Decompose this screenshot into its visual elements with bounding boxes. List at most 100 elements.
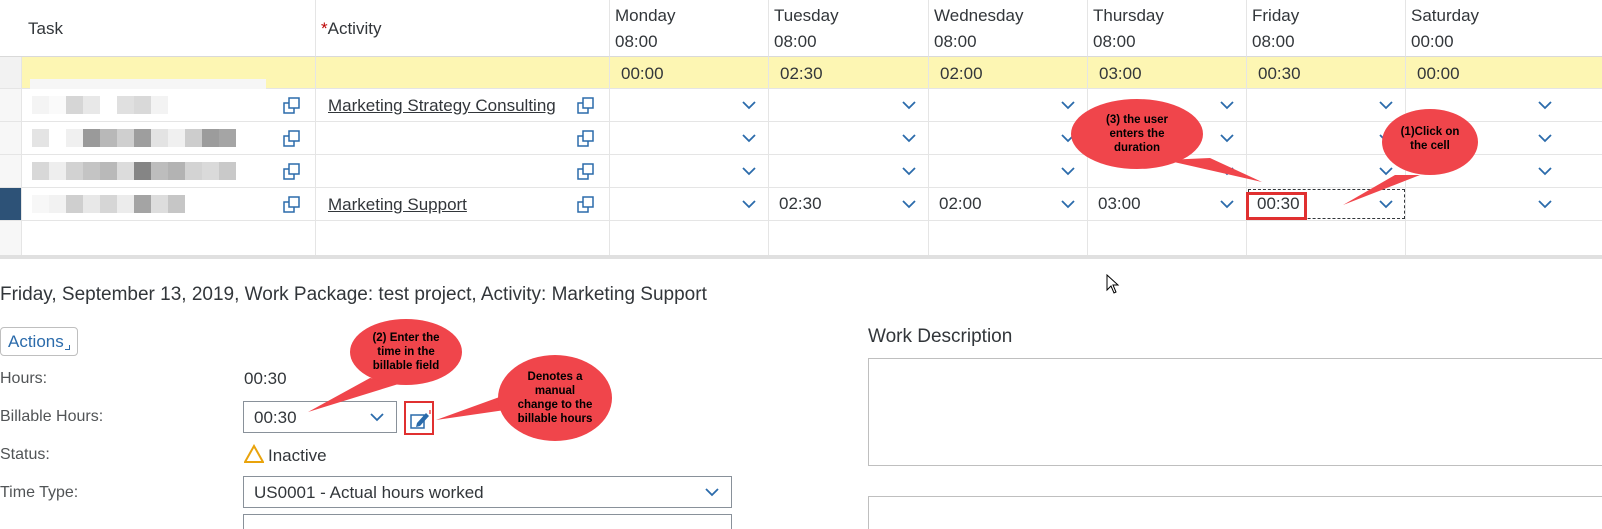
hours-cell-tuesday[interactable] <box>769 122 929 154</box>
open-detail-icon[interactable] <box>283 163 301 181</box>
chevron-down-icon[interactable] <box>1538 164 1552 178</box>
open-detail-icon[interactable] <box>577 97 595 115</box>
pencil-edit-icon[interactable] <box>409 409 431 436</box>
chevron-down-icon[interactable] <box>1061 164 1075 178</box>
time-type-value[interactable]: US0001 - Actual hours worked <box>254 483 484 503</box>
day-target-hours: 08:00 <box>1252 32 1295 51</box>
hours-cell-wednesday[interactable] <box>929 122 1088 154</box>
task-cell[interactable] <box>22 188 316 220</box>
day-target-hours: 08:00 <box>774 32 817 51</box>
billable-hours-field[interactable]: 00:30 <box>243 401 397 433</box>
table-row[interactable] <box>0 122 1602 155</box>
chevron-down-icon[interactable] <box>902 131 916 145</box>
row-selector[interactable] <box>0 122 22 154</box>
chevron-down-icon[interactable] <box>1379 98 1393 112</box>
chevron-down-icon[interactable] <box>902 197 916 211</box>
actions-button[interactable]: Actions <box>0 327 78 356</box>
chevron-down-icon[interactable] <box>1220 131 1234 145</box>
hours-cell-wednesday[interactable] <box>929 89 1088 121</box>
chevron-down-icon[interactable] <box>742 197 756 211</box>
next-field[interactable] <box>243 514 732 529</box>
total-thursday: 03:00 <box>1088 57 1247 88</box>
billable-hours-value[interactable]: 00:30 <box>254 408 297 428</box>
table-row[interactable] <box>0 155 1602 188</box>
chevron-down-icon[interactable] <box>1379 197 1393 211</box>
activity-cell[interactable]: Marketing Strategy Consulting <box>316 89 610 121</box>
open-detail-icon[interactable] <box>577 163 595 181</box>
day-label: Saturday <box>1411 6 1480 25</box>
hours-cell-wednesday[interactable] <box>929 155 1088 187</box>
work-description-label: Work Description <box>868 326 1013 347</box>
chevron-down-icon[interactable] <box>1379 164 1393 178</box>
row-selector[interactable] <box>0 155 22 187</box>
hours-cell-monday[interactable] <box>610 188 769 220</box>
chevron-down-icon[interactable] <box>742 98 756 112</box>
chevron-down-icon[interactable] <box>1061 98 1075 112</box>
hours-cell-saturday[interactable] <box>1406 155 1602 187</box>
pane-splitter[interactable] <box>0 255 1602 259</box>
activity-cell[interactable] <box>316 155 610 187</box>
chevron-down-icon[interactable] <box>1538 131 1552 145</box>
hours-cell-tuesday[interactable] <box>769 89 929 121</box>
table-row[interactable]: Marketing Strategy Consulting <box>0 89 1602 122</box>
day-target-hours: 08:00 <box>934 32 977 51</box>
task-cell[interactable] <box>22 89 316 121</box>
time-type-label: Time Type: <box>0 484 79 501</box>
open-detail-icon[interactable] <box>577 196 595 214</box>
column-header-wednesday: Wednesday 08:00 <box>929 0 1088 57</box>
open-detail-icon[interactable] <box>283 97 301 115</box>
task-cell[interactable] <box>22 155 316 187</box>
chevron-down-icon[interactable] <box>902 164 916 178</box>
work-description-textarea[interactable] <box>868 358 1602 466</box>
chevron-down-icon[interactable] <box>742 131 756 145</box>
open-detail-icon[interactable] <box>283 130 301 148</box>
secondary-textarea[interactable] <box>868 496 1602 529</box>
chevron-down-icon[interactable] <box>742 164 756 178</box>
hours-cell-monday[interactable] <box>610 89 769 121</box>
chevron-down-icon[interactable] <box>1220 164 1234 178</box>
table-row-empty <box>0 221 1602 255</box>
task-cell[interactable] <box>22 122 316 154</box>
activity-cell[interactable]: Marketing Support <box>316 188 610 220</box>
hours-cell-monday[interactable] <box>610 122 769 154</box>
hours-value[interactable]: 03:00 <box>1098 194 1141 214</box>
chevron-down-icon[interactable] <box>1538 197 1552 211</box>
row-selector[interactable] <box>0 188 22 220</box>
open-detail-icon[interactable] <box>283 196 301 214</box>
hours-cell-monday[interactable] <box>610 155 769 187</box>
chevron-down-icon[interactable] <box>1220 197 1234 211</box>
chevron-down-icon[interactable] <box>1061 197 1075 211</box>
hours-cell-friday[interactable] <box>1247 155 1406 187</box>
column-header-monday: Monday 08:00 <box>610 0 769 57</box>
chevron-down-icon[interactable] <box>1061 131 1075 145</box>
hours-cell-wednesday[interactable]: 02:00 <box>929 188 1088 220</box>
activity-cell[interactable] <box>316 122 610 154</box>
chevron-down-icon[interactable] <box>902 98 916 112</box>
hours-cell-thursday[interactable] <box>1088 155 1247 187</box>
hours-cell-tuesday[interactable]: 02:30 <box>769 188 929 220</box>
hours-cell-saturday[interactable] <box>1406 89 1602 121</box>
chevron-down-icon[interactable] <box>370 410 384 424</box>
activity-link[interactable]: Marketing Strategy Consulting <box>328 96 556 116</box>
hours-cell-tuesday[interactable] <box>769 155 929 187</box>
hours-value[interactable]: 02:30 <box>779 194 822 214</box>
hours-cell-thursday[interactable]: 03:00 <box>1088 188 1247 220</box>
time-type-select[interactable]: US0001 - Actual hours worked <box>243 476 732 508</box>
activity-link[interactable]: Marketing Support <box>328 195 467 215</box>
redacted-text <box>30 79 266 89</box>
table-row-selected[interactable]: Marketing Support 02:30 02:00 03:00 00:3… <box>0 188 1602 221</box>
hours-cell-saturday[interactable] <box>1406 188 1602 220</box>
hours-value[interactable]: 02:00 <box>939 194 982 214</box>
row-selector[interactable] <box>0 89 22 121</box>
hours-cell-friday[interactable] <box>1247 89 1406 121</box>
chevron-down-icon[interactable] <box>1538 98 1552 112</box>
open-detail-icon[interactable] <box>577 130 595 148</box>
totals-task-cell <box>22 57 316 89</box>
column-header-thursday: Thursday 08:00 <box>1088 0 1247 57</box>
task-header-label: Task <box>28 19 63 38</box>
chevron-down-icon[interactable] <box>1220 98 1234 112</box>
day-label: Wednesday <box>934 6 1024 25</box>
hours-cell-friday[interactable] <box>1247 122 1406 154</box>
redacted-task <box>32 195 185 213</box>
chevron-down-icon[interactable] <box>705 485 719 499</box>
